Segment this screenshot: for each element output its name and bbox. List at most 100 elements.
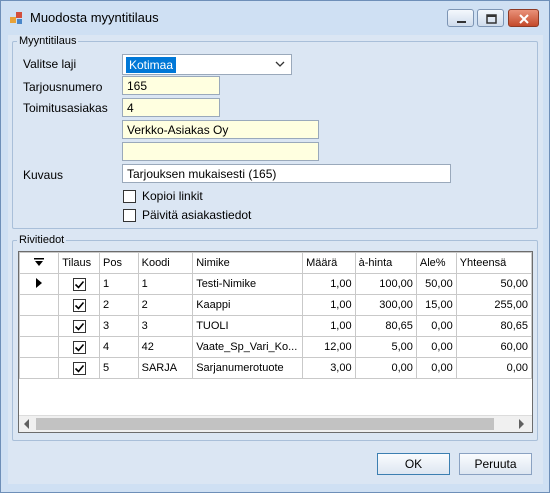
order-group-label: Myyntitilaus <box>17 35 79 47</box>
nimike-cell[interactable]: TUOLI <box>192 315 304 337</box>
update-customer-label: Päivitä asiakastiedot <box>142 208 252 222</box>
scroll-right-icon[interactable] <box>519 419 525 429</box>
tilaus-cell[interactable] <box>58 336 101 358</box>
koodi-cell[interactable]: 3 <box>137 315 194 337</box>
pos-cell[interactable]: 3 <box>99 315 139 337</box>
maximize-button[interactable] <box>477 9 504 27</box>
nimike-cell[interactable]: Sarjanumerotuote <box>192 357 304 379</box>
title-bar[interactable]: Muodosta myyntitilaus <box>1 1 549 35</box>
table-row[interactable]: 3 3 TUOLI 1,00 80,65 0,00 80,65 <box>19 315 532 337</box>
quote-number-field[interactable]: 165 <box>122 76 220 95</box>
column-header-hinta[interactable]: à-hinta <box>354 252 417 274</box>
nimike-cell[interactable]: Kaappi <box>192 294 304 316</box>
table-row[interactable]: 1 1 Testi-Nimike 1,00 100,00 50,00 50,00 <box>19 273 532 295</box>
customer-name-field[interactable]: Verkko-Asiakas Oy <box>122 120 319 139</box>
column-header-pos[interactable]: Pos <box>99 252 139 274</box>
dialog-window: Muodosta myyntitilaus Myyntitilaus Valit… <box>0 0 550 493</box>
tilaus-checkbox[interactable] <box>72 319 86 333</box>
row-selector[interactable] <box>19 273 60 295</box>
column-header-nimike[interactable]: Nimike <box>192 252 304 274</box>
row-selector[interactable] <box>19 315 60 337</box>
column-header-tilaus[interactable]: Tilaus <box>58 252 101 274</box>
minimize-icon <box>457 21 466 23</box>
customer-extra-field[interactable] <box>122 142 319 161</box>
maara-cell[interactable]: 1,00 <box>302 273 356 295</box>
ale-cell[interactable]: 0,00 <box>415 336 457 358</box>
ale-cell[interactable]: 0,00 <box>415 315 457 337</box>
maara-cell[interactable]: 1,00 <box>302 315 356 337</box>
row-selector[interactable] <box>19 357 60 379</box>
ok-button[interactable]: OK <box>377 453 450 475</box>
copy-links-label: Kopioi linkit <box>142 189 203 203</box>
cancel-button[interactable]: Peruuta <box>459 453 532 475</box>
column-header-maara[interactable]: Määrä <box>302 252 356 274</box>
hinta-cell[interactable]: 0,00 <box>354 357 417 379</box>
tilaus-checkbox[interactable] <box>72 298 86 312</box>
maara-cell[interactable]: 3,00 <box>302 357 356 379</box>
nimike-cell[interactable]: Vaate_Sp_Vari_Ko... <box>192 336 304 358</box>
tilaus-cell[interactable] <box>58 357 101 379</box>
yhteensa-cell[interactable]: 60,00 <box>455 336 532 358</box>
check-icon <box>74 301 84 310</box>
current-row-arrow-icon <box>35 277 42 288</box>
dialog-client: Myyntitilaus Valitse laji Kotimaa Tarjou… <box>8 35 543 484</box>
app-icon <box>10 12 22 24</box>
tilaus-checkbox[interactable] <box>72 361 86 375</box>
customer-number-field[interactable]: 4 <box>122 98 220 117</box>
hinta-cell[interactable]: 80,65 <box>354 315 417 337</box>
description-field[interactable]: Tarjouksen mukaisesti (165) <box>122 164 451 183</box>
update-customer-checkbox-box[interactable] <box>123 209 136 222</box>
yhteensa-cell[interactable]: 255,00 <box>455 294 532 316</box>
close-button[interactable] <box>508 9 539 27</box>
minimize-button[interactable] <box>447 9 474 27</box>
scroll-left-icon[interactable] <box>24 419 30 429</box>
row-selector[interactable] <box>19 336 60 358</box>
copy-links-checkbox-box[interactable] <box>123 190 136 203</box>
ale-cell[interactable]: 15,00 <box>415 294 457 316</box>
yhteensa-cell[interactable]: 80,65 <box>455 315 532 337</box>
pos-cell[interactable]: 2 <box>99 294 139 316</box>
check-icon <box>74 343 84 352</box>
tilaus-cell[interactable] <box>58 273 101 295</box>
row-selector[interactable] <box>19 294 60 316</box>
ale-cell[interactable]: 50,00 <box>415 273 457 295</box>
hinta-cell[interactable]: 300,00 <box>354 294 417 316</box>
pos-cell[interactable]: 5 <box>99 357 139 379</box>
type-label: Valitse laji <box>23 57 77 71</box>
type-combobox[interactable]: Kotimaa <box>122 54 292 75</box>
hinta-cell[interactable]: 100,00 <box>354 273 417 295</box>
maara-cell[interactable]: 1,00 <box>302 294 356 316</box>
yhteensa-cell[interactable]: 50,00 <box>455 273 532 295</box>
table-row[interactable]: 5 SARJA Sarjanumerotuote 3,00 0,00 0,00 … <box>19 357 532 379</box>
pos-cell[interactable]: 4 <box>99 336 139 358</box>
yhteensa-cell[interactable]: 0,00 <box>455 357 532 379</box>
koodi-cell[interactable]: 1 <box>137 273 194 295</box>
chevron-down-icon[interactable] <box>275 61 285 68</box>
scrollbar-thumb[interactable] <box>36 418 494 430</box>
rows-datagrid[interactable]: Tilaus Pos Koodi Nimike Määrä à-hinta Al… <box>18 251 533 433</box>
hinta-cell[interactable]: 5,00 <box>354 336 417 358</box>
horizontal-scrollbar[interactable] <box>19 415 532 432</box>
maara-cell[interactable]: 12,00 <box>302 336 356 358</box>
ale-cell[interactable]: 0,00 <box>415 357 457 379</box>
type-combobox-value: Kotimaa <box>126 57 177 73</box>
quote-number-label: Tarjousnumero <box>23 80 103 94</box>
table-row[interactable]: 2 2 Kaappi 1,00 300,00 15,00 255,00 <box>19 294 532 316</box>
nimike-cell[interactable]: Testi-Nimike <box>192 273 304 295</box>
column-header-koodi[interactable]: Koodi <box>137 252 194 274</box>
close-icon <box>519 14 529 24</box>
column-header-ale[interactable]: Ale% <box>415 252 457 274</box>
koodi-cell[interactable]: 2 <box>137 294 194 316</box>
column-header-yhteensa[interactable]: Yhteensä <box>455 252 532 274</box>
window-title: Muodosta myyntitilaus <box>30 10 159 25</box>
pos-cell[interactable]: 1 <box>99 273 139 295</box>
koodi-cell[interactable]: 42 <box>137 336 194 358</box>
order-group: Myyntitilaus Valitse laji Kotimaa Tarjou… <box>12 35 538 229</box>
tilaus-cell[interactable] <box>58 315 101 337</box>
tilaus-checkbox[interactable] <box>72 277 86 291</box>
header-selector-cell[interactable] <box>19 252 60 274</box>
tilaus-cell[interactable] <box>58 294 101 316</box>
koodi-cell[interactable]: SARJA <box>137 357 194 379</box>
tilaus-checkbox[interactable] <box>72 340 86 354</box>
table-row[interactable]: 4 42 Vaate_Sp_Vari_Ko... 12,00 5,00 0,00… <box>19 336 532 358</box>
